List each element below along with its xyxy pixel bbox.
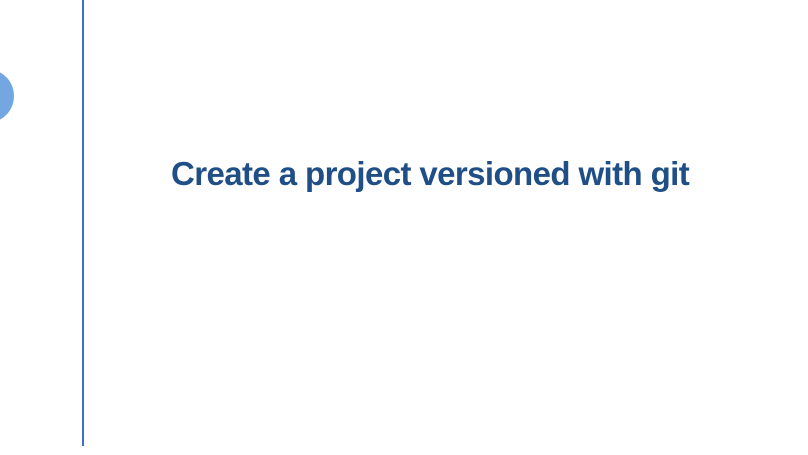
slide-title: Create a project versioned with git — [171, 155, 690, 192]
slide: Create a project versioned with git — [0, 0, 808, 455]
accent-circle-decoration — [0, 69, 14, 123]
vertical-divider — [82, 0, 84, 446]
